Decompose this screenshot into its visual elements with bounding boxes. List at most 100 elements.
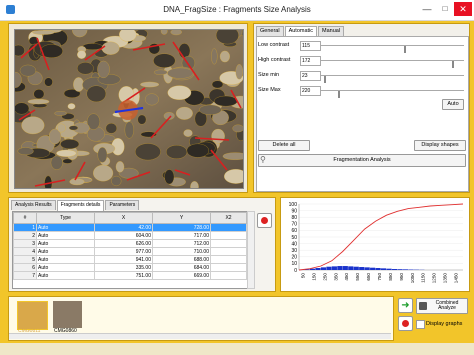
- row-type[interactable]: Auto: [36, 263, 95, 272]
- close-icon[interactable]: ✕: [454, 2, 472, 16]
- rock-fragment: [167, 67, 194, 79]
- x-tick-label: 750: [377, 273, 382, 281]
- row-x[interactable]: 335.00: [94, 263, 153, 272]
- row-y[interactable]: 717.00: [152, 231, 211, 240]
- rock-fragment: [235, 64, 243, 80]
- row-x2[interactable]: [210, 223, 247, 232]
- row-y[interactable]: 710.00: [152, 247, 211, 256]
- row-x[interactable]: 626.00: [94, 239, 153, 248]
- high-contrast-input[interactable]: 172: [300, 56, 321, 66]
- row-type[interactable]: Auto: [36, 255, 95, 264]
- tab-manual[interactable]: Manual: [318, 26, 345, 36]
- row-type[interactable]: Auto: [36, 247, 95, 256]
- thumbnail-image[interactable]: [17, 301, 48, 330]
- auto-button[interactable]: Auto: [442, 99, 464, 110]
- row-index[interactable]: 7: [13, 271, 37, 280]
- row-y[interactable]: 712.00: [152, 239, 211, 248]
- table-scrollbar[interactable]: [247, 211, 255, 289]
- column-header[interactable]: X2: [210, 212, 247, 224]
- low-contrast-row: Low contrast 115: [258, 41, 466, 53]
- row-index[interactable]: 1: [13, 223, 37, 232]
- maximize-icon[interactable]: □: [438, 2, 452, 16]
- row-index[interactable]: 2: [13, 231, 37, 240]
- table-row[interactable]: 7 Auto 751.00 669.00: [13, 271, 247, 280]
- low-contrast-label: Low contrast: [258, 42, 290, 48]
- row-x2[interactable]: [210, 263, 247, 272]
- high-contrast-slider[interactable]: [321, 60, 464, 68]
- rock-fragment: [170, 30, 182, 36]
- table-row[interactable]: 5 Auto 941.00 688.00: [13, 255, 247, 264]
- thumbnail-scrollbar[interactable]: [9, 333, 391, 339]
- thumbnail-image[interactable]: [53, 301, 82, 328]
- row-index[interactable]: 5: [13, 255, 37, 264]
- record-button[interactable]: [398, 316, 413, 331]
- fragments-photo[interactable]: [14, 29, 244, 189]
- combined-analyze-button[interactable]: Combined Analyze: [416, 298, 468, 314]
- rock-fragment: [33, 89, 45, 99]
- column-header[interactable]: Y: [152, 212, 211, 224]
- histogram-bar: [370, 267, 376, 270]
- slider-thumb[interactable]: [404, 46, 407, 53]
- row-x[interactable]: 604.00: [94, 231, 153, 240]
- delete-all-button[interactable]: Delete all: [258, 140, 310, 151]
- rock-fragment: [76, 50, 87, 59]
- table-row[interactable]: 4 Auto 977.00 710.00: [13, 247, 247, 256]
- y-tick-label: 50: [291, 235, 297, 241]
- run-button[interactable]: ➜: [398, 298, 413, 313]
- row-type[interactable]: Auto: [36, 231, 95, 240]
- low-contrast-input[interactable]: 115: [300, 41, 321, 51]
- tab-general[interactable]: General: [256, 26, 284, 36]
- fragments-table[interactable]: # Type X Y X2 1 Auto 42.00 728.00 2 Auto 604.0…: [12, 211, 248, 289]
- display-shapes-button[interactable]: Display shapes: [414, 140, 466, 151]
- row-type[interactable]: Auto: [36, 223, 95, 232]
- minimize-icon[interactable]: —: [420, 2, 434, 16]
- size-min-input[interactable]: 23: [300, 71, 321, 81]
- row-x[interactable]: 941.00: [94, 255, 153, 264]
- row-type[interactable]: Auto: [36, 239, 95, 248]
- y-tick-label: 80: [291, 215, 297, 221]
- bottom-controls: ➜ Combined Analyze Display graphs: [398, 296, 468, 339]
- row-x[interactable]: 751.00: [94, 271, 153, 280]
- record-button[interactable]: [257, 213, 272, 228]
- row-index[interactable]: 4: [13, 247, 37, 256]
- fragmentation-analysis-button[interactable]: Fragmentation Analysis: [258, 154, 466, 167]
- row-y[interactable]: 684.00: [152, 263, 211, 272]
- row-y[interactable]: 669.00: [152, 271, 211, 280]
- row-x[interactable]: 42.00: [94, 223, 153, 232]
- rock-fragment: [115, 161, 125, 173]
- row-x2[interactable]: [210, 247, 247, 256]
- tab-analysis-results[interactable]: Analysis Results: [11, 200, 56, 210]
- row-x2[interactable]: [210, 255, 247, 264]
- row-index[interactable]: 6: [13, 263, 37, 272]
- row-x2[interactable]: [210, 231, 247, 240]
- size-min-slider[interactable]: [321, 75, 464, 83]
- row-x2[interactable]: [210, 271, 247, 280]
- rock-fragment: [77, 62, 94, 75]
- slider-thumb[interactable]: [452, 61, 455, 68]
- size-max-slider[interactable]: [321, 90, 464, 98]
- tab-fragments-details[interactable]: Fragments details: [56, 200, 105, 211]
- table-row[interactable]: 6 Auto 335.00 684.00: [13, 263, 247, 272]
- display-graphs-checkbox[interactable]: [416, 320, 425, 329]
- row-y[interactable]: 688.00: [152, 255, 211, 264]
- table-row[interactable]: 2 Auto 604.00 717.00: [13, 231, 247, 240]
- row-x[interactable]: 977.00: [94, 247, 153, 256]
- tab-parameters[interactable]: Parameters: [105, 200, 140, 210]
- y-tick-label: 10: [291, 261, 297, 267]
- table-row[interactable]: 3 Auto 626.00 712.00: [13, 239, 247, 248]
- low-contrast-slider[interactable]: [321, 45, 464, 53]
- table-row[interactable]: 1 Auto 42.00 728.00: [13, 223, 247, 232]
- row-y[interactable]: 728.00: [152, 223, 211, 232]
- slider-thumb[interactable]: [337, 91, 340, 98]
- x-tick-label: 150: [311, 273, 316, 281]
- x-tick-label: 1250: [432, 273, 437, 284]
- column-header[interactable]: #: [13, 212, 37, 224]
- row-x2[interactable]: [210, 239, 247, 248]
- column-header[interactable]: Type: [36, 212, 95, 224]
- row-index[interactable]: 3: [13, 239, 37, 248]
- slider-thumb[interactable]: [323, 76, 326, 83]
- column-header[interactable]: X: [94, 212, 153, 224]
- combined-analyze-label: Combined Analyze: [435, 300, 459, 311]
- size-max-input[interactable]: 220: [300, 86, 321, 96]
- row-type[interactable]: Auto: [36, 271, 95, 280]
